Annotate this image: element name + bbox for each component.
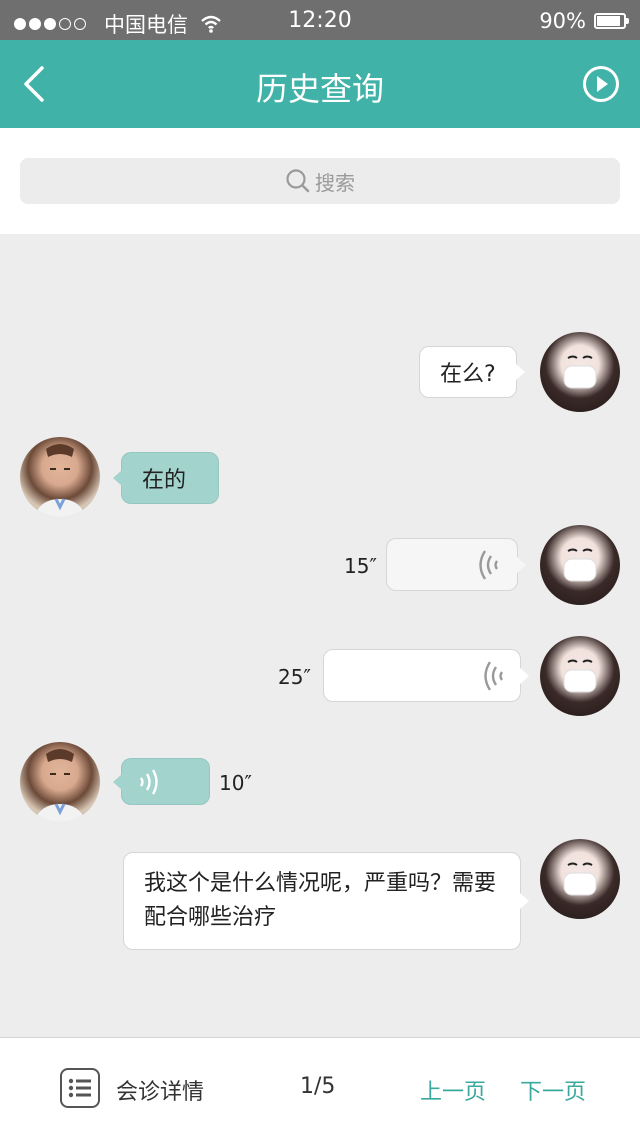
message-text: 我这个是什么情况呢，严重吗？需要配合哪些治疗 (144, 871, 497, 930)
message-bubble[interactable]: 在的 (113, 452, 219, 504)
list-icon[interactable] (60, 1068, 100, 1108)
battery-icon (594, 13, 629, 29)
avatar[interactable] (540, 525, 620, 605)
voice-duration: 10″ (219, 771, 252, 795)
avatar[interactable] (540, 839, 620, 919)
status-right: 90% (539, 9, 629, 33)
voice-message-bubble[interactable] (386, 538, 526, 591)
avatar[interactable] (20, 742, 100, 822)
next-page-button[interactable]: 下一页 (520, 1074, 586, 1106)
voice-wave-icon (484, 660, 503, 691)
prev-page-button[interactable]: 上一页 (420, 1074, 486, 1106)
bottom-toolbar: 会诊详情 1/5 上一页 下一页 (0, 1037, 640, 1136)
search-placeholder: 搜索 (315, 170, 355, 195)
search-input[interactable]: 搜索 (20, 158, 620, 204)
avatar[interactable] (540, 636, 620, 716)
voice-message-bubble[interactable] (323, 649, 529, 702)
voice-message-bubble[interactable] (113, 758, 210, 805)
status-bar: 中国电信 12:20 90% (0, 0, 640, 40)
voice-duration: 15″ (344, 554, 377, 578)
voice-duration: 25″ (278, 665, 311, 689)
message-bubble[interactable]: 我这个是什么情况呢，严重吗？需要配合哪些治疗 (123, 852, 529, 950)
page-title: 历史查询 (255, 70, 384, 108)
play-circle-icon[interactable] (582, 65, 620, 103)
message-text: 在么? (440, 362, 496, 387)
search-area: 搜索 (0, 128, 640, 234)
avatar[interactable] (20, 437, 100, 517)
voice-wave-icon (479, 549, 498, 580)
voice-wave-icon (140, 768, 158, 795)
battery-percent: 90% (539, 9, 586, 33)
message-bubble[interactable]: 在么? (419, 346, 525, 398)
consultation-details-button[interactable]: 会诊详情 (116, 1074, 204, 1106)
nav-bar: 历史查询 (0, 40, 640, 128)
message-text: 在的 (142, 468, 187, 493)
search-icon (286, 169, 310, 193)
page-indicator: 1/5 (300, 1074, 336, 1099)
avatar[interactable] (540, 332, 620, 412)
